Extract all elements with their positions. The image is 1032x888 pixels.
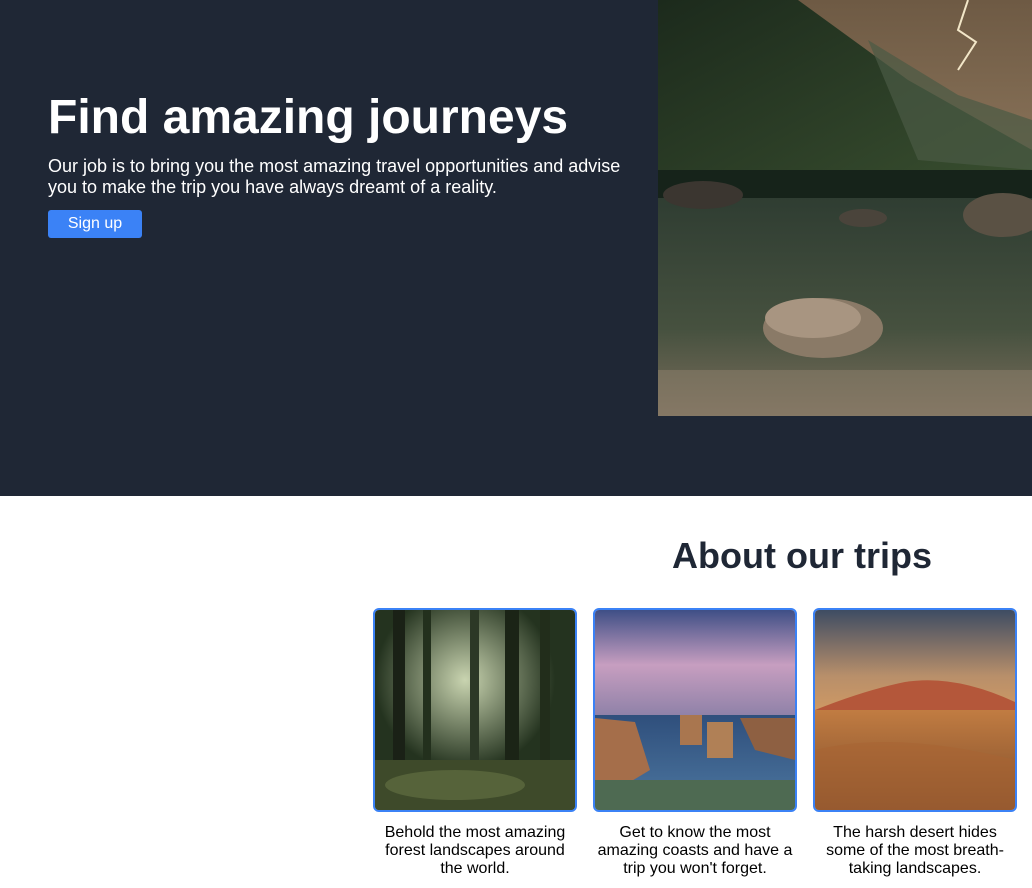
desert-image [813,608,1017,812]
trip-card-coast: Get to know the most amazing coasts and … [593,608,797,878]
about-title: About our trips [672,535,932,576]
coast-image [593,608,797,812]
hero-section: Find amazing journeys Our job is to brin… [0,0,1032,496]
hero-title: Find amazing journeys [48,91,569,144]
forest-image [373,608,577,812]
trip-caption-coast: Get to know the most amazing coasts and … [597,824,793,877]
hero-description: Our job is to bring you the most amazing… [48,156,621,197]
signup-button[interactable]: Sign up [48,210,142,238]
hero-lake-image [658,0,1032,416]
trip-card-forest: Behold the most amazing forest landscape… [373,608,577,878]
trip-caption-forest: Behold the most amazing forest landscape… [384,824,566,877]
trip-caption-desert: The harsh desert hides some of the most … [826,824,1004,877]
trip-card-desert: The harsh desert hides some of the most … [813,608,1017,878]
